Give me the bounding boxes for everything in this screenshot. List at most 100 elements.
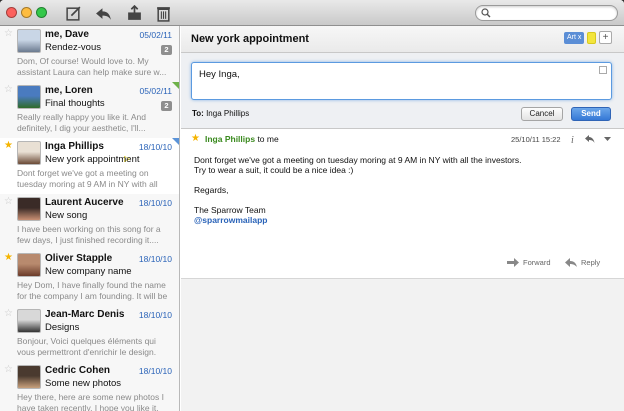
from-name[interactable]: Inga Phillips bbox=[205, 134, 255, 144]
star-icon[interactable]: ★ bbox=[191, 133, 200, 144]
message-preview: Dont forget we've got a meeting on tuesd… bbox=[17, 168, 158, 189]
star-icon[interactable]: ★ bbox=[4, 253, 13, 263]
info-icon[interactable]: i bbox=[567, 133, 578, 144]
trash-button[interactable] bbox=[153, 3, 173, 23]
reply-icon bbox=[95, 7, 111, 20]
quick-reply-area: Hey Inga, To: Inga Phillips Cancel Send bbox=[181, 53, 624, 129]
message-list-item[interactable]: ☆ Laurent Aucerve 18/10/10 New song I have b… bbox=[0, 194, 179, 251]
message-body: Dont forget we've got a meeting on tuesd… bbox=[194, 155, 614, 225]
conversation-title: New york appointment bbox=[191, 33, 309, 45]
message-list-item[interactable]: ★ Inga Phillips 18/10/10 New york appointme… bbox=[0, 138, 179, 195]
expand-compose-icon[interactable] bbox=[599, 66, 607, 74]
message-list-item[interactable]: ☆ me, Dave 05/02/11 Rendez-vous Dom, Of cour… bbox=[0, 26, 179, 83]
message-subject: New company name bbox=[45, 266, 132, 277]
message-sender: Oliver Stapple bbox=[45, 253, 113, 264]
label-color-swatch[interactable] bbox=[587, 32, 596, 44]
avatar bbox=[17, 253, 41, 277]
twitter-link[interactable]: @sparrowmailapp bbox=[194, 215, 614, 225]
reply-text[interactable]: Hey Inga, bbox=[199, 69, 240, 80]
body-line: Regards, bbox=[194, 185, 229, 195]
search-icon bbox=[481, 8, 491, 18]
reply-action-button[interactable]: Reply bbox=[565, 258, 600, 267]
forward-button[interactable]: Forward bbox=[507, 258, 551, 267]
message-preview: Bonjour, Voici quelques éléments qui vou… bbox=[17, 336, 157, 357]
reply-action-icon bbox=[565, 258, 577, 267]
conversation-header: New york appointment Art x + bbox=[181, 26, 624, 53]
forward-label: Forward bbox=[523, 258, 551, 267]
close-window-button[interactable] bbox=[6, 7, 17, 18]
reply-textarea[interactable]: Hey Inga, bbox=[191, 62, 612, 100]
compose-button[interactable] bbox=[63, 3, 83, 23]
message-from: Inga Phillips to me bbox=[205, 134, 279, 144]
body-line bbox=[194, 195, 614, 205]
star-icon[interactable]: ☆ bbox=[4, 365, 13, 375]
compose-icon bbox=[65, 6, 80, 21]
thread-count-badge: 2 bbox=[161, 45, 172, 55]
message-list-item[interactable]: ☆ Jean-Marc Denis 18/10/10 Designs Bonjour, … bbox=[0, 306, 179, 363]
body-line bbox=[194, 175, 614, 185]
label-chip-text: Art bbox=[567, 34, 576, 41]
avatar bbox=[17, 365, 41, 389]
message-sender: me, Loren bbox=[45, 85, 93, 96]
message-list-item[interactable]: ★ Oliver Stapple 18/10/10 New company name H… bbox=[0, 250, 179, 307]
search-input[interactable] bbox=[493, 7, 613, 20]
message-sender: Inga Phillips bbox=[45, 141, 104, 152]
label-chip-art[interactable]: Art x bbox=[564, 32, 585, 44]
cancel-button[interactable]: Cancel bbox=[521, 107, 563, 121]
message-sender: Cedric Cohen bbox=[45, 365, 111, 376]
message-preview: Hey Dom, I have finally found the name f… bbox=[17, 280, 168, 301]
star-icon[interactable]: ☆ bbox=[4, 197, 13, 207]
message-sender: Jean-Marc Denis bbox=[45, 309, 125, 320]
empty-area bbox=[181, 279, 624, 411]
message-date: 25/10/11 15:22 bbox=[511, 135, 561, 144]
reply-arrow-icon[interactable] bbox=[584, 133, 595, 144]
message-preview: I have been working on this song for a f… bbox=[17, 224, 161, 245]
toolbar bbox=[0, 0, 624, 26]
avatar bbox=[17, 197, 41, 221]
star-icon[interactable]: ★ bbox=[4, 141, 13, 151]
message-date: 18/10/10 bbox=[138, 142, 172, 152]
archive-button[interactable] bbox=[124, 3, 144, 23]
message-actions: Forward Reply bbox=[181, 256, 624, 272]
message-list-item[interactable]: ☆ Cedric Cohen 18/10/10 Some new photos Hey … bbox=[0, 362, 179, 411]
from-suffix: to me bbox=[257, 134, 279, 144]
message-subject: Designs bbox=[45, 322, 80, 333]
to-prefix: To: bbox=[192, 109, 204, 118]
star-icon[interactable]: ☆ bbox=[4, 29, 13, 39]
avatar bbox=[17, 85, 41, 109]
body-line: The Sparrow Team bbox=[194, 205, 266, 215]
star-icon[interactable]: ☆ bbox=[4, 309, 13, 319]
avatar bbox=[17, 29, 41, 53]
thread-count-badge: 2 bbox=[161, 101, 172, 111]
message-date: 05/02/11 bbox=[139, 86, 172, 96]
reply-label: Reply bbox=[581, 258, 601, 267]
chevron-down-icon[interactable] bbox=[602, 133, 613, 144]
label-remove-icon[interactable]: x bbox=[578, 34, 582, 41]
message-header: ★ Inga Phillips to me 25/10/11 15:22 i bbox=[181, 129, 624, 149]
send-button[interactable]: Send bbox=[571, 107, 611, 121]
zoom-window-button[interactable] bbox=[36, 7, 47, 18]
message-date: 18/10/10 bbox=[138, 310, 172, 320]
forward-icon bbox=[507, 258, 519, 267]
reply-button[interactable] bbox=[93, 3, 113, 23]
message-sender: me, Dave bbox=[45, 29, 89, 40]
conversation-pane: New york appointment Art x + Hey Inga, T… bbox=[181, 26, 624, 411]
add-label-button[interactable]: + bbox=[599, 31, 612, 44]
message-list[interactable]: ☆ me, Dave 05/02/11 Rendez-vous Dom, Of cour… bbox=[0, 26, 180, 411]
sparrow-window: ☆ me, Dave 05/02/11 Rendez-vous Dom, Of cour… bbox=[0, 0, 624, 411]
unread-corner-marker bbox=[172, 82, 179, 90]
to-name: Inga Phillips bbox=[206, 109, 250, 118]
avatar bbox=[17, 141, 41, 165]
message-subject: Rendez-vous bbox=[45, 42, 101, 53]
svg-text:i: i bbox=[571, 135, 574, 144]
message-preview: Really really happy you like it. And def… bbox=[17, 112, 146, 133]
message-subject: Some new photos bbox=[45, 378, 122, 389]
message-date: 05/02/11 bbox=[139, 30, 172, 40]
message-preview: Hey there, here are some new photos I ha… bbox=[17, 392, 164, 411]
minimize-window-button[interactable] bbox=[21, 7, 32, 18]
message-date: 18/10/10 bbox=[138, 198, 172, 208]
message-list-item[interactable]: ☆ me, Loren 05/02/11 Final thoughts Really r… bbox=[0, 82, 179, 139]
star-icon[interactable]: ☆ bbox=[4, 85, 13, 95]
body-line: Dont forget we've got a meeting on tuesd… bbox=[194, 155, 522, 165]
search-field[interactable] bbox=[475, 5, 618, 21]
